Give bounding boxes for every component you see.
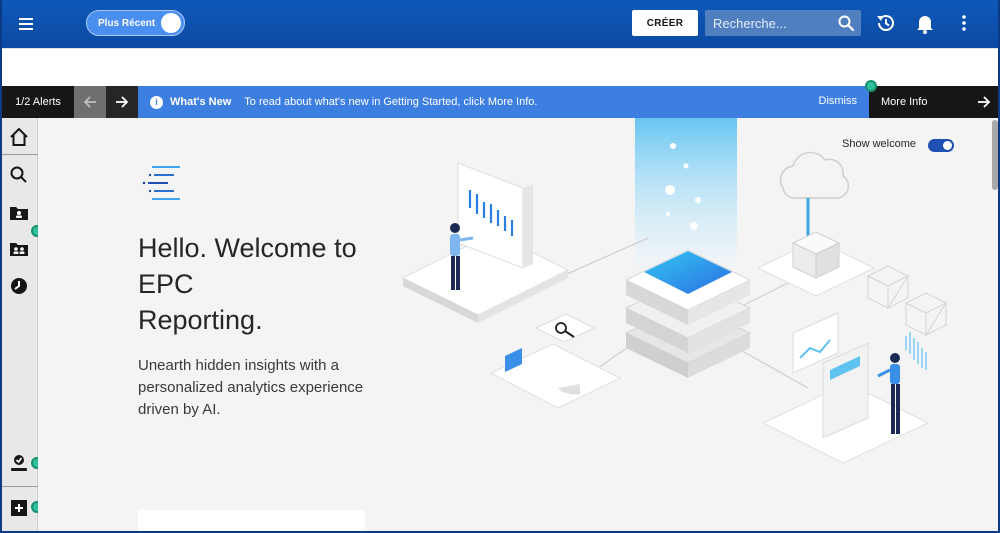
welcome-subtitle: Unearth hidden insights with a personali…	[138, 357, 364, 418]
toggle-knob	[161, 13, 181, 33]
content-card[interactable]	[138, 510, 365, 531]
more-info-label: More Info	[881, 96, 928, 108]
search-placeholder: Recherche...	[713, 15, 787, 31]
alert-count: 1/2 Alerts	[2, 86, 74, 118]
scrollbar-thumb[interactable]	[992, 120, 998, 190]
welcome-title-line: EPC	[138, 269, 194, 299]
add-icon[interactable]	[8, 497, 30, 519]
alert-title: What's New	[170, 96, 232, 108]
more-info-button[interactable]: More Info	[869, 86, 998, 118]
app-logo-icon	[142, 166, 180, 200]
search-input[interactable]: Recherche...	[705, 10, 861, 36]
recent-clock-icon[interactable]	[8, 275, 30, 297]
team-folder-icon[interactable]	[8, 238, 30, 260]
sub-header-strip	[2, 48, 998, 86]
analytics-illustration	[401, 118, 948, 464]
arrow-right-icon	[978, 96, 991, 108]
folder-user-icon[interactable]	[8, 202, 30, 224]
previous-alert-button[interactable]	[74, 86, 106, 118]
recent-toggle[interactable]: Plus Récent	[86, 10, 185, 36]
welcome-panel: Hello. Welcome to EPC Reporting. Unearth…	[38, 118, 984, 531]
arrow-left-icon	[83, 96, 96, 108]
top-bar: Plus Récent CRÉER Recherche...	[2, 0, 998, 48]
alert-message: i What's New To read about what's new in…	[138, 86, 869, 118]
info-icon: i	[150, 95, 163, 109]
user-badge-icon[interactable]	[8, 452, 30, 474]
side-rail	[2, 118, 38, 531]
welcome-title: Hello. Welcome to EPC Reporting.	[138, 230, 428, 338]
home-icon[interactable]	[8, 126, 30, 148]
alert-text: To read about what's new in Getting Star…	[244, 96, 538, 108]
recent-toggle-label: Plus Récent	[98, 17, 156, 29]
tour-hotspot-dot[interactable]	[865, 80, 877, 92]
alert-bar: 1/2 Alerts i What's New To read about wh…	[2, 86, 998, 118]
create-button[interactable]: CRÉER	[632, 10, 698, 36]
rail-divider	[2, 486, 38, 487]
bell-icon[interactable]	[914, 12, 936, 34]
rail-divider	[2, 154, 38, 155]
search-icon[interactable]	[837, 14, 855, 32]
vertical-scrollbar[interactable]	[984, 118, 998, 531]
dismiss-button[interactable]: Dismiss	[819, 95, 858, 107]
next-alert-button[interactable]	[106, 86, 138, 118]
arrow-right-icon	[116, 96, 129, 108]
history-icon[interactable]	[875, 12, 897, 34]
overflow-menu-icon[interactable]	[953, 12, 975, 34]
search-icon[interactable]	[8, 164, 30, 186]
app-window: Plus Récent CRÉER Recherche... 1/2 Alert	[0, 0, 1000, 533]
hamburger-icon[interactable]	[16, 13, 38, 35]
welcome-title-line: Reporting.	[138, 305, 263, 335]
welcome-title-line: Hello. Welcome to	[138, 233, 357, 263]
